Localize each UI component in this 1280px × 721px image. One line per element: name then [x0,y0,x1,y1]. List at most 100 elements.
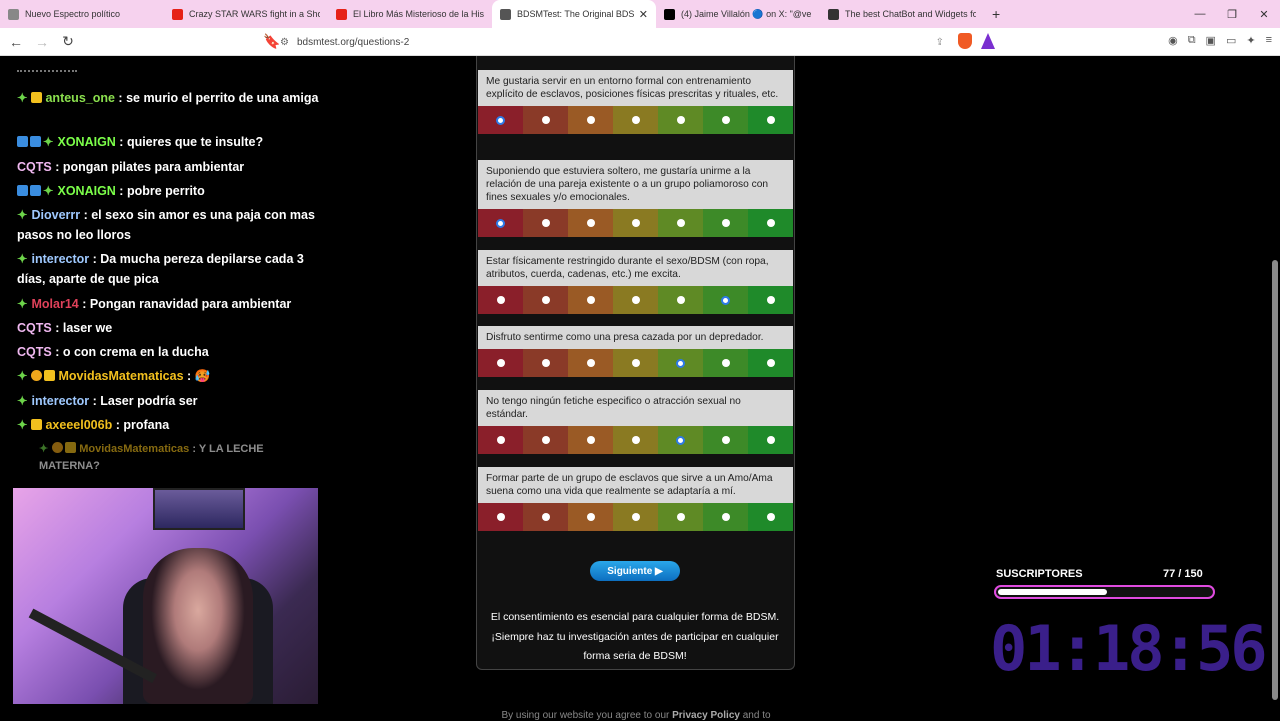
radio-button[interactable] [586,513,595,521]
tab-0[interactable]: Nuevo Espectro político [0,0,164,28]
answer-option-1[interactable] [478,106,523,134]
radio-button[interactable] [721,436,730,444]
tab-close-icon[interactable]: ✕ [639,8,648,21]
radio-button[interactable] [631,436,640,444]
radio-button[interactable] [496,296,505,304]
answer-option-1[interactable] [478,503,523,531]
answer-option-5[interactable] [658,503,703,531]
answer-option-1[interactable] [478,426,523,454]
back-arrow-icon[interactable]: ← [6,34,26,50]
answer-option-2[interactable] [523,503,568,531]
radio-button[interactable] [766,359,775,367]
answer-option-2[interactable] [523,286,568,314]
answer-option-7[interactable] [748,286,793,314]
radio-button[interactable] [676,296,685,304]
page-scrollbar[interactable] [1272,70,1278,700]
radio-button[interactable] [541,359,550,367]
radio-button[interactable] [631,513,640,521]
answer-option-2[interactable] [523,426,568,454]
answer-option-4[interactable] [613,503,658,531]
sidebar-icon[interactable]: ▣ [1206,34,1216,47]
radio-button[interactable] [766,436,775,444]
radio-button[interactable] [721,219,730,227]
chat-username[interactable]: XONAIGN [57,184,115,198]
answer-option-6[interactable] [703,209,748,237]
answer-option-1[interactable] [478,209,523,237]
answer-option-4[interactable] [613,106,658,134]
wallet-icon[interactable]: ▭ [1226,34,1236,47]
brave-shield-icon[interactable] [958,33,972,49]
radio-button[interactable] [721,513,730,521]
radio-button[interactable] [676,116,685,124]
radio-button[interactable] [721,295,730,305]
answer-option-5[interactable] [658,209,703,237]
answer-option-2[interactable] [523,106,568,134]
restore-icon[interactable]: ❐ [1216,8,1248,21]
radio-button[interactable] [496,218,505,228]
radio-button[interactable] [496,513,505,521]
answer-option-1[interactable] [478,286,523,314]
minimize-icon[interactable]: — [1184,8,1216,20]
menu-icon[interactable]: ≡ [1266,34,1272,47]
answer-option-7[interactable] [748,106,793,134]
radio-button[interactable] [631,359,640,367]
radio-button[interactable] [631,219,640,227]
radio-button[interactable] [541,219,550,227]
answer-option-3[interactable] [568,286,613,314]
share-icon[interactable]: ⇪ [936,37,944,48]
new-tab-icon[interactable]: + [992,6,1000,22]
chat-username[interactable]: CQTS [17,321,52,335]
tab-2[interactable]: El Libro Más Misterioso de la Historia [328,0,492,28]
answer-option-7[interactable] [748,209,793,237]
chat-username[interactable]: XONAIGN [57,135,115,149]
chat-username[interactable]: anteus_one [45,91,114,105]
answer-option-4[interactable] [613,426,658,454]
radio-button[interactable] [766,513,775,521]
radio-button[interactable] [676,219,685,227]
tab-3[interactable]: BDSMTest: The Original BDSM & ✕ [492,0,656,28]
answer-option-3[interactable] [568,503,613,531]
answer-option-6[interactable] [703,106,748,134]
radio-button[interactable] [586,359,595,367]
reload-icon[interactable]: ↻ [58,33,78,50]
answer-option-4[interactable] [613,349,658,377]
answer-option-6[interactable] [703,426,748,454]
answer-option-4[interactable] [613,209,658,237]
tab-5[interactable]: The best ChatBot and Widgets for Ki [820,0,984,28]
chat-username[interactable]: axeeel006b [45,418,112,432]
chat-username[interactable]: Dioverrr [31,208,80,222]
chat-username[interactable]: MovidasMatematicas [58,369,183,383]
answer-option-3[interactable] [568,209,613,237]
radio-button[interactable] [766,116,775,124]
answer-option-2[interactable] [523,349,568,377]
answer-option-5[interactable] [658,426,703,454]
radio-button[interactable] [496,359,505,367]
radio-button[interactable] [496,436,505,444]
radio-button[interactable] [496,115,505,125]
chat-username[interactable]: interector [31,252,89,266]
radio-button[interactable] [541,513,550,521]
answer-option-5[interactable] [658,106,703,134]
radio-button[interactable] [541,116,550,124]
chat-username[interactable]: MovidasMatematicas [79,443,189,455]
answer-option-7[interactable] [748,503,793,531]
radio-button[interactable] [586,219,595,227]
chat-username[interactable]: CQTS [17,160,52,174]
radio-button[interactable] [586,116,595,124]
radio-button[interactable] [541,436,550,444]
chat-username[interactable]: CQTS [17,345,52,359]
radio-button[interactable] [676,513,685,521]
puzzle-icon[interactable]: ⧉ [1188,34,1196,47]
answer-option-5[interactable] [658,286,703,314]
tab-4[interactable]: (4) Jaime Villalón 🔵 on X: "@venusi [656,0,820,28]
address-bar[interactable]: ⚙ bdsmtest.org/questions-2 ⇪ [280,32,1000,52]
chat-username[interactable]: interector [31,394,89,408]
radio-button[interactable] [541,296,550,304]
answer-option-3[interactable] [568,106,613,134]
radio-button[interactable] [766,219,775,227]
close-window-icon[interactable]: ✕ [1248,8,1280,21]
tab-1[interactable]: Crazy STAR WARS fight in a Shopping [164,0,328,28]
radio-button[interactable] [721,116,730,124]
answer-option-4[interactable] [613,286,658,314]
forward-arrow-icon[interactable]: → [32,34,52,50]
